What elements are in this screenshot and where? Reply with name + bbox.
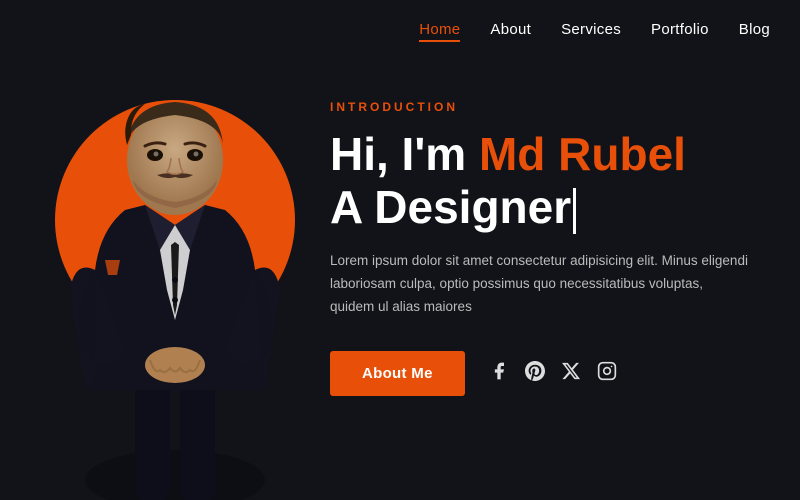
heading-line1: Hi, I'm Md Rubel bbox=[330, 128, 686, 180]
nav-item-home[interactable]: Home bbox=[419, 21, 460, 39]
main-nav: Home About Services Portfolio Blog bbox=[0, 0, 800, 60]
nav-link-portfolio[interactable]: Portfolio bbox=[651, 21, 709, 38]
heading-hi-text: Hi, I'm bbox=[330, 128, 479, 180]
instagram-icon[interactable] bbox=[597, 361, 617, 386]
cursor-blink bbox=[573, 188, 576, 234]
hero-section: INTRODUCTION Hi, I'm Md Rubel A Designer… bbox=[0, 0, 800, 500]
person-image bbox=[20, 40, 330, 500]
twitter-x-icon[interactable] bbox=[561, 361, 581, 386]
nav-item-services[interactable]: Services bbox=[561, 21, 621, 39]
facebook-icon[interactable] bbox=[489, 361, 509, 386]
pinterest-icon[interactable] bbox=[525, 361, 545, 386]
hero-description: Lorem ipsum dolor sit amet consectetur a… bbox=[330, 250, 750, 319]
social-icons bbox=[489, 361, 617, 386]
heading-role-text: Designer bbox=[374, 181, 571, 233]
nav-link-about[interactable]: About bbox=[490, 21, 531, 38]
nav-link-home[interactable]: Home bbox=[419, 21, 460, 42]
nav-link-services[interactable]: Services bbox=[561, 21, 621, 38]
heading-line2: A Designer bbox=[330, 181, 576, 233]
nav-link-blog[interactable]: Blog bbox=[739, 21, 770, 38]
heading-name-accent: Md Rubel bbox=[479, 128, 686, 180]
nav-item-portfolio[interactable]: Portfolio bbox=[651, 21, 709, 39]
about-me-button[interactable]: About Me bbox=[330, 351, 465, 396]
intro-label: INTRODUCTION bbox=[330, 100, 780, 114]
hero-actions: About Me bbox=[330, 351, 780, 396]
portrait-container bbox=[20, 40, 330, 500]
nav-links: Home About Services Portfolio Blog bbox=[419, 21, 770, 39]
hero-content: INTRODUCTION Hi, I'm Md Rubel A Designer… bbox=[330, 100, 780, 396]
nav-item-about[interactable]: About bbox=[490, 21, 531, 39]
person-svg bbox=[45, 50, 305, 500]
heading-a-text: A bbox=[330, 181, 374, 233]
hero-heading: Hi, I'm Md Rubel A Designer bbox=[330, 128, 780, 234]
nav-item-blog[interactable]: Blog bbox=[739, 21, 770, 39]
